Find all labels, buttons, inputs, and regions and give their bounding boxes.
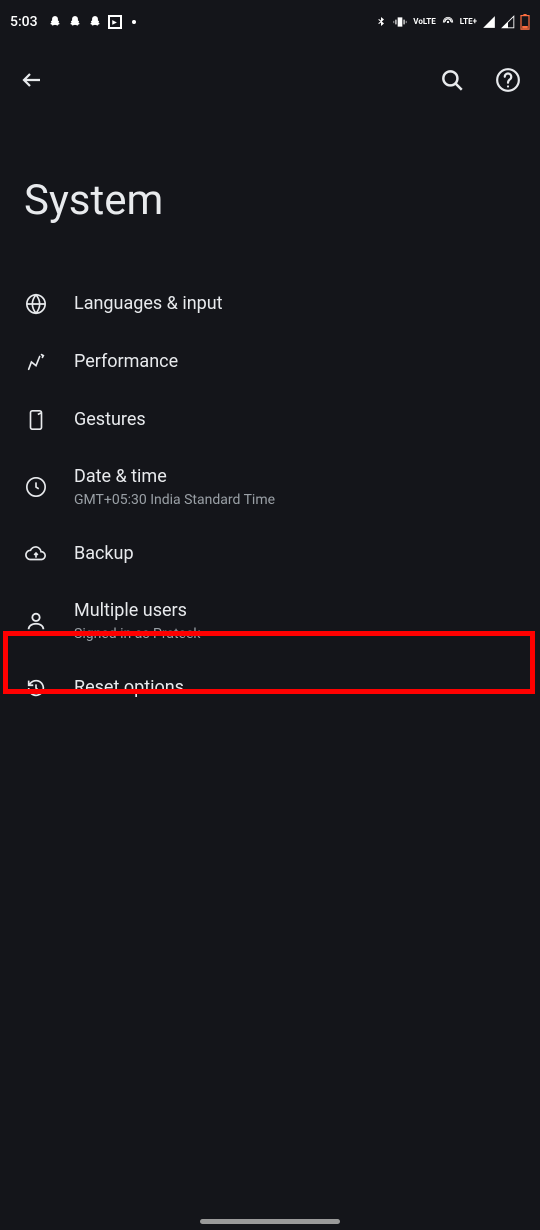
item-title: Performance	[74, 350, 178, 374]
help-button[interactable]	[494, 66, 522, 94]
lte-icon: LTE+	[460, 18, 477, 26]
item-title: Gestures	[74, 408, 146, 432]
settings-item-reset[interactable]: Reset options	[0, 659, 540, 717]
item-title: Backup	[74, 542, 134, 566]
settings-list: Languages & input Performance Gestures D…	[0, 275, 540, 717]
back-button[interactable]	[18, 66, 46, 94]
performance-icon	[24, 350, 48, 374]
settings-item-datetime[interactable]: Date & time GMT+05:30 India Standard Tim…	[0, 449, 540, 525]
item-subtitle: Signed in as Prateek	[74, 625, 200, 643]
status-bar: 5:03 VoLTE LTE+	[0, 0, 540, 44]
nav-home-indicator[interactable]	[200, 1219, 340, 1224]
status-right: VoLTE LTE+	[375, 14, 530, 30]
search-button[interactable]	[438, 66, 466, 94]
gestures-icon	[24, 408, 48, 432]
settings-item-performance[interactable]: Performance	[0, 333, 540, 391]
bluetooth-icon	[375, 15, 387, 29]
status-time: 5:03	[10, 14, 38, 30]
clock-icon	[24, 475, 48, 499]
status-left: 5:03	[10, 14, 136, 30]
settings-item-languages[interactable]: Languages & input	[0, 275, 540, 333]
signal-icon-1	[482, 15, 496, 29]
page-title: System	[0, 116, 540, 275]
vibrate-icon	[392, 15, 408, 29]
item-title: Languages & input	[74, 292, 223, 316]
volte-icon: VoLTE	[413, 18, 435, 26]
globe-icon	[24, 292, 48, 316]
signal-icon-2	[501, 15, 515, 29]
settings-item-backup[interactable]: Backup	[0, 525, 540, 583]
person-icon	[24, 609, 48, 633]
cloud-upload-icon	[24, 542, 48, 566]
settings-item-gestures[interactable]: Gestures	[0, 391, 540, 449]
item-subtitle: GMT+05:30 India Standard Time	[74, 491, 275, 509]
more-notifications-dot	[132, 20, 136, 24]
app-bar	[0, 44, 540, 116]
reset-icon	[24, 676, 48, 700]
settings-item-users[interactable]: Multiple users Signed in as Prateek	[0, 583, 540, 659]
item-title: Reset options	[74, 676, 184, 700]
snapchat-icon	[88, 14, 102, 30]
hotspot-icon	[441, 15, 455, 29]
media-icon	[108, 15, 122, 29]
snapchat-icon	[68, 14, 82, 30]
battery-icon	[520, 14, 530, 30]
item-title: Date & time	[74, 465, 275, 489]
snapchat-icon	[48, 14, 62, 30]
item-title: Multiple users	[74, 599, 200, 623]
